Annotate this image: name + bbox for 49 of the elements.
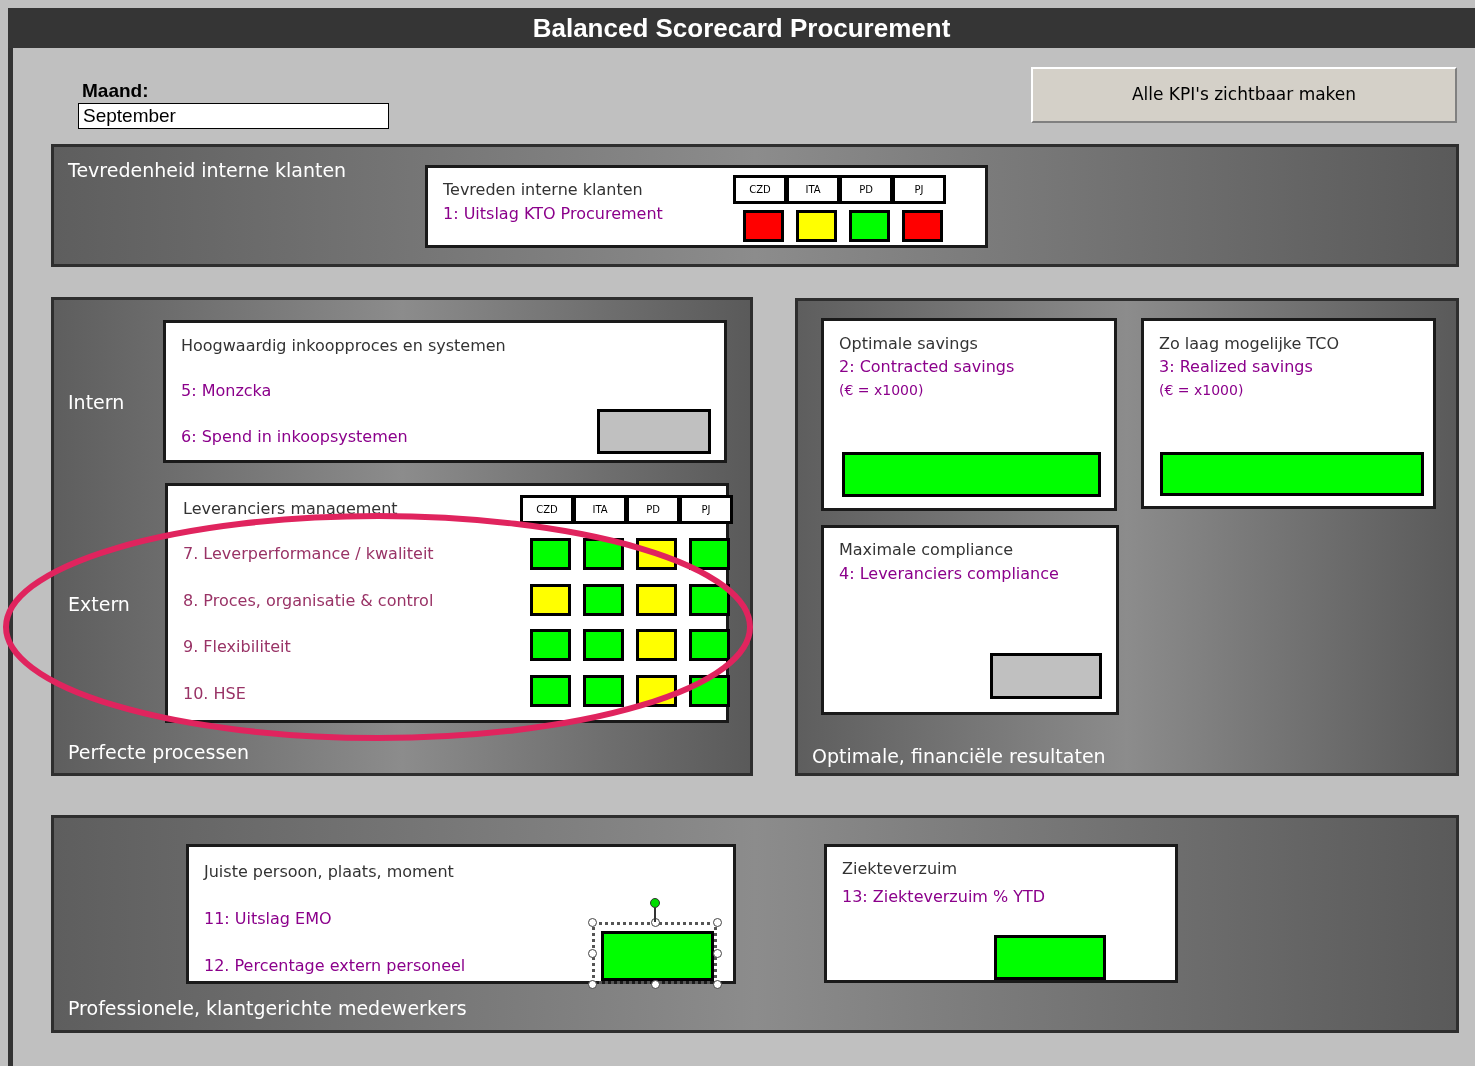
section-label: Perfecte processen: [68, 740, 250, 765]
kpi-label: 10. HSE: [183, 682, 246, 705]
column-header: PJ: [892, 175, 946, 204]
card-title: Zo laag mogelijke TCO: [1159, 333, 1340, 355]
card-title: Juiste persoon, plaats, moment: [204, 861, 454, 883]
kpi-label: 4: Leveranciers compliance: [839, 563, 1059, 585]
column-header: PJ: [679, 495, 733, 524]
resize-handle[interactable]: [713, 980, 722, 989]
section-label: Tevredenheid interne klanten: [68, 158, 347, 183]
kpi-label: 9. Flexibiliteit: [183, 636, 291, 658]
card-title: Tevreden interne klanten: [443, 179, 643, 201]
column-header: CZD: [733, 175, 787, 204]
card-title: Leveranciers management: [183, 498, 398, 520]
window-title: Balanced Scorecard Procurement: [532, 11, 951, 45]
section-label: Professionele, klantgerichte medewerkers: [68, 996, 467, 1021]
resize-handle[interactable]: [588, 949, 597, 958]
month-field[interactable]: September: [78, 103, 389, 129]
card-title: Optimale savings: [839, 333, 978, 355]
kpi-label: 13: Ziekteverzuim % YTD: [842, 886, 1046, 908]
card-title: Ziekteverzuim: [842, 858, 958, 880]
card-title: Hoogwaardig inkoopproces en systemen: [181, 335, 506, 357]
column-header: CZD: [520, 495, 574, 524]
rotate-handle[interactable]: [649, 898, 660, 908]
section-label: Extern: [68, 592, 130, 617]
card-title: Maximale compliance: [839, 539, 1014, 561]
kpi-label: 1: Uitslag KTO Procurement: [443, 203, 663, 225]
column-header: ITA: [573, 495, 627, 524]
unit-note: (€ = x1000): [1159, 381, 1244, 400]
show-all-kpis-button[interactable]: Alle KPI's zichtbaar maken: [1031, 67, 1457, 123]
resize-handle[interactable]: [650, 980, 660, 989]
kpi-label: 12. Percentage extern personeel: [204, 954, 466, 977]
kpi-label: 2: Contracted savings: [839, 356, 1015, 378]
resize-handle[interactable]: [713, 918, 722, 927]
resize-handle[interactable]: [588, 918, 597, 927]
kpi-label: 5: Monzcka: [181, 380, 272, 402]
unit-note: (€ = x1000): [839, 381, 924, 400]
section-label: Intern: [68, 390, 125, 415]
kpi-label: 3: Realized savings: [1159, 356, 1313, 378]
month-label: Maand:: [82, 79, 149, 103]
column-header: ITA: [786, 175, 840, 204]
section-label: Optimale, financiële resultaten: [812, 744, 1106, 769]
resize-handle[interactable]: [588, 980, 597, 989]
resize-handle[interactable]: [713, 949, 722, 958]
kpi-label: 8. Proces, organisatie & control: [183, 589, 434, 612]
column-header: PD: [626, 495, 680, 524]
kpi-label: 11: Uitslag EMO: [204, 908, 332, 930]
kpi-label: 7. Leverperformance / kwaliteit: [183, 543, 434, 565]
kpi-label: 6: Spend in inkoopsystemen: [181, 426, 408, 448]
column-header: PD: [839, 175, 893, 204]
